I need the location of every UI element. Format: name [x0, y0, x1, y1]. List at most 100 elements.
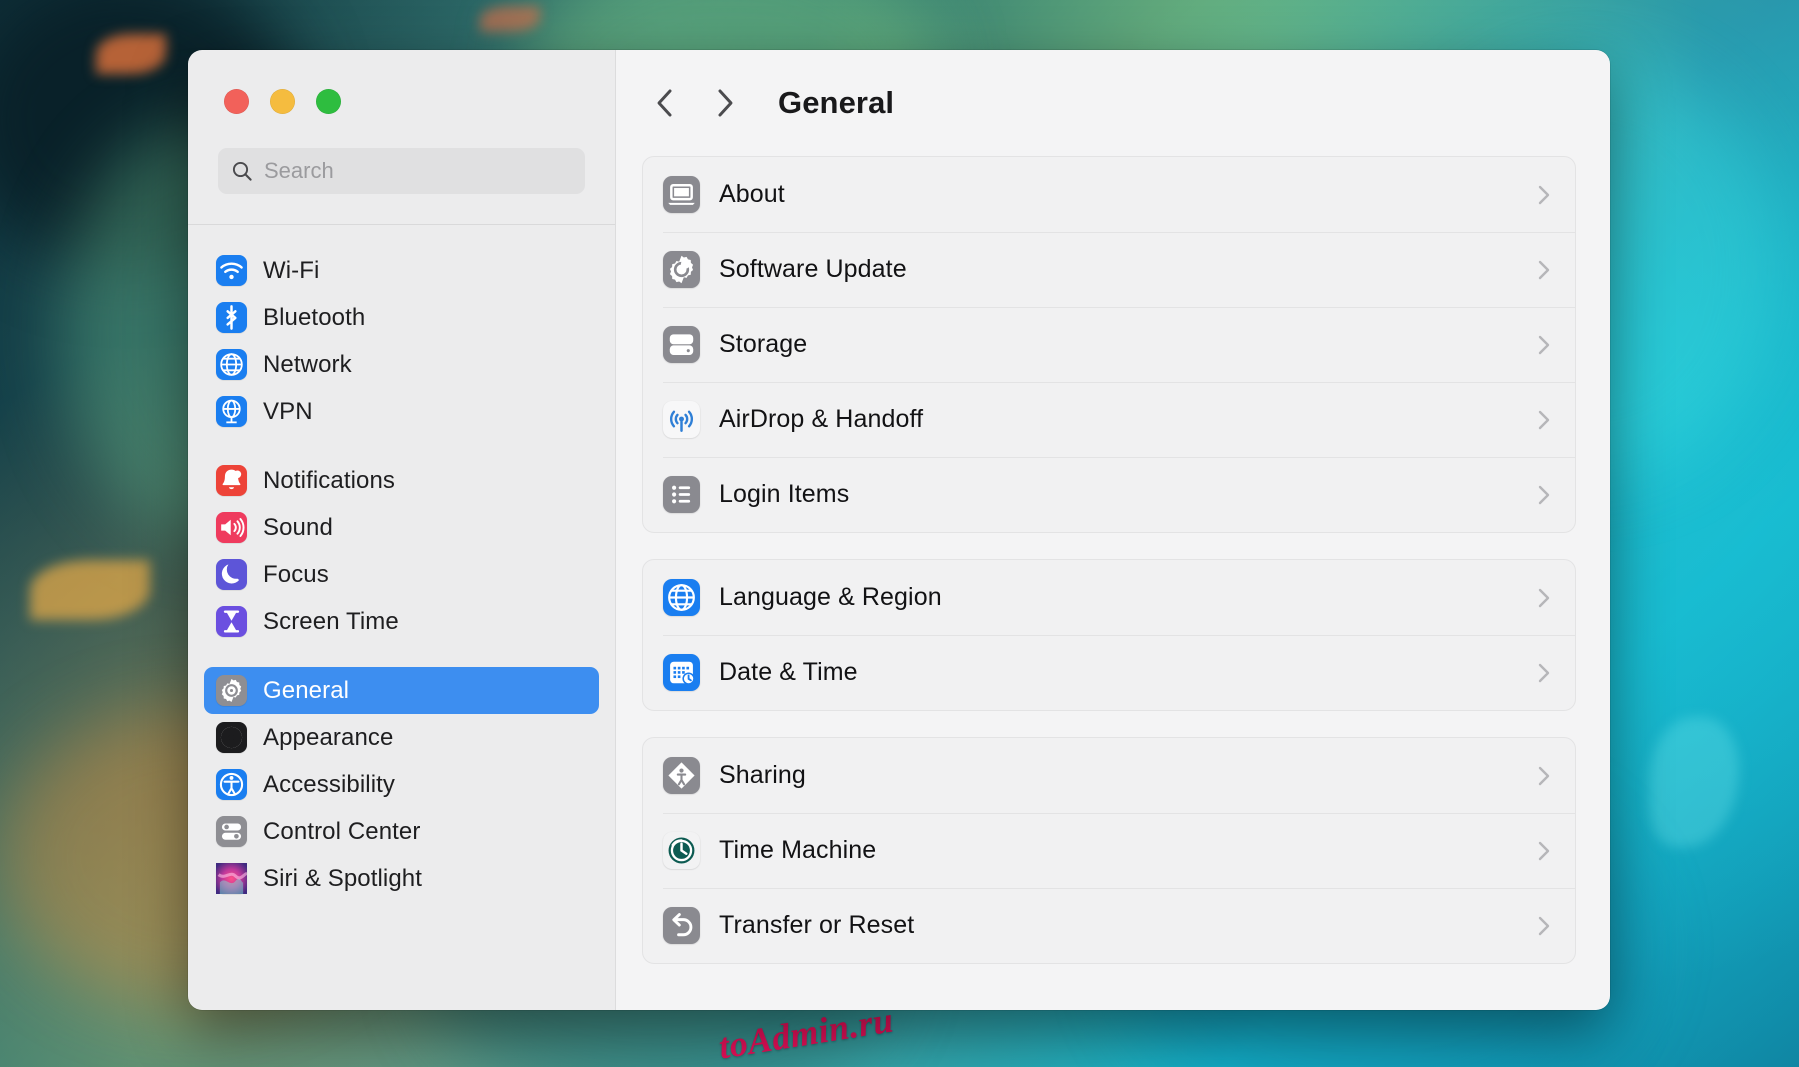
- sidebar-group: Notifications Sound Focus Screen Time: [204, 457, 599, 645]
- sidebar-item-label: Appearance: [263, 724, 393, 752]
- system-settings-window: Wi-Fi Bluetooth Network VPN Notifications Sou…: [188, 50, 1610, 1010]
- main-pane: General About Software Update Storage AirDr…: [616, 50, 1610, 1010]
- sidebar-item-siri-spotlight[interactable]: Siri & Spotlight: [204, 855, 599, 902]
- sidebar-item-bluetooth[interactable]: Bluetooth: [204, 294, 599, 341]
- gear-icon: [216, 675, 247, 706]
- sidebar-item-screen-time[interactable]: Screen Time: [204, 598, 599, 645]
- settings-group: About Software Update Storage AirDrop & Han…: [642, 156, 1576, 533]
- vpn-globe-icon: [216, 396, 247, 427]
- settings-row-label: Transfer or Reset: [719, 911, 914, 940]
- sidebar-item-label: General: [263, 677, 349, 705]
- calendar-clock-icon: [663, 654, 700, 691]
- globe-icon: [663, 579, 700, 616]
- gear-update-icon: [663, 251, 700, 288]
- settings-row-storage[interactable]: Storage: [643, 307, 1575, 382]
- sidebar-nav-list: Wi-Fi Bluetooth Network VPN Notifications Sou…: [188, 225, 615, 1010]
- settings-row-transfer-or-reset[interactable]: Transfer or Reset: [643, 888, 1575, 963]
- settings-row-label: Software Update: [719, 255, 907, 284]
- disclosure-chevron: [1536, 584, 1553, 612]
- sidebar-item-label: Wi-Fi: [263, 257, 319, 285]
- disclosure-chevron: [1536, 659, 1553, 687]
- time-machine-icon: [663, 832, 700, 869]
- airdrop-icon: [663, 401, 700, 438]
- settings-row-label: Time Machine: [719, 836, 876, 865]
- settings-list: About Software Update Storage AirDrop & Han…: [616, 156, 1610, 1010]
- chevron-right-icon: [1536, 406, 1553, 434]
- sidebar-item-wi-fi[interactable]: Wi-Fi: [204, 247, 599, 294]
- moon-icon: [216, 559, 247, 590]
- sidebar-item-accessibility[interactable]: Accessibility: [204, 761, 599, 808]
- sidebar-item-label: Sound: [263, 514, 333, 542]
- sidebar-group: General Appearance Accessibility Control Ce…: [204, 667, 599, 902]
- bluetooth-icon: [216, 302, 247, 333]
- chevron-right-icon: [1536, 912, 1553, 940]
- sidebar-item-control-center[interactable]: Control Center: [204, 808, 599, 855]
- zoom-button[interactable]: [316, 89, 341, 114]
- settings-row-label: Language & Region: [719, 583, 942, 612]
- search-input[interactable]: [264, 158, 573, 184]
- settings-row-label: AirDrop & Handoff: [719, 405, 923, 434]
- sidebar-item-general[interactable]: General: [204, 667, 599, 714]
- disclosure-chevron: [1536, 481, 1553, 509]
- sidebar-item-focus[interactable]: Focus: [204, 551, 599, 598]
- hourglass-icon: [216, 606, 247, 637]
- settings-group: Sharing Time Machine Transfer or Reset: [642, 737, 1576, 964]
- forward-button[interactable]: [700, 79, 748, 127]
- settings-row-label: About: [719, 180, 785, 209]
- sidebar: Wi-Fi Bluetooth Network VPN Notifications Sou…: [188, 50, 616, 1010]
- disclosure-chevron: [1536, 256, 1553, 284]
- siri-icon: [216, 863, 247, 894]
- disclosure-chevron: [1536, 912, 1553, 940]
- sidebar-item-appearance[interactable]: Appearance: [204, 714, 599, 761]
- settings-group: Language & Region Date & Time: [642, 559, 1576, 711]
- sidebar-item-label: Focus: [263, 561, 329, 589]
- sidebar-item-label: Siri & Spotlight: [263, 865, 422, 893]
- sidebar-item-sound[interactable]: Sound: [204, 504, 599, 551]
- search-container: [188, 114, 615, 194]
- settings-row-sharing[interactable]: Sharing: [643, 738, 1575, 813]
- wallpaper-leaf: [480, 6, 540, 32]
- sidebar-item-label: Accessibility: [263, 771, 395, 799]
- search-field[interactable]: [218, 148, 585, 194]
- settings-row-login-items[interactable]: Login Items: [643, 457, 1575, 532]
- undo-arrow-icon: [663, 907, 700, 944]
- settings-row-software-update[interactable]: Software Update: [643, 232, 1575, 307]
- chevron-right-icon: [1536, 331, 1553, 359]
- sidebar-group: Wi-Fi Bluetooth Network VPN: [204, 247, 599, 435]
- wallpaper-leaf: [96, 34, 166, 74]
- settings-row-label: Storage: [719, 330, 807, 359]
- chevron-right-icon: [1536, 256, 1553, 284]
- drive-icon: [663, 326, 700, 363]
- sidebar-item-label: Control Center: [263, 818, 420, 846]
- settings-row-language-region[interactable]: Language & Region: [643, 560, 1575, 635]
- main-header: General: [616, 50, 1610, 156]
- laptop-icon: [663, 176, 700, 213]
- window-controls: [188, 50, 615, 114]
- sidebar-item-label: Bluetooth: [263, 304, 365, 332]
- minimize-button[interactable]: [270, 89, 295, 114]
- sidebar-item-notifications[interactable]: Notifications: [204, 457, 599, 504]
- disclosure-chevron: [1536, 837, 1553, 865]
- back-button[interactable]: [642, 79, 690, 127]
- appearance-icon: [216, 722, 247, 753]
- settings-row-label: Date & Time: [719, 658, 858, 687]
- disclosure-chevron: [1536, 406, 1553, 434]
- chevron-left-icon: [653, 86, 679, 120]
- settings-row-time-machine[interactable]: Time Machine: [643, 813, 1575, 888]
- settings-row-label: Login Items: [719, 480, 849, 509]
- sidebar-item-vpn[interactable]: VPN: [204, 388, 599, 435]
- chevron-right-icon: [1536, 181, 1553, 209]
- wallpaper-leaf: [1649, 717, 1739, 847]
- sidebar-item-network[interactable]: Network: [204, 341, 599, 388]
- sidebar-item-label: VPN: [263, 398, 313, 426]
- accessibility-icon: [216, 769, 247, 800]
- sharing-icon: [663, 757, 700, 794]
- settings-row-date-time[interactable]: Date & Time: [643, 635, 1575, 710]
- search-icon: [230, 159, 254, 183]
- sidebar-item-label: Screen Time: [263, 608, 399, 636]
- sidebar-item-label: Notifications: [263, 467, 395, 495]
- settings-row-airdrop-handoff[interactable]: AirDrop & Handoff: [643, 382, 1575, 457]
- chevron-right-icon: [1536, 584, 1553, 612]
- settings-row-about[interactable]: About: [643, 157, 1575, 232]
- close-button[interactable]: [224, 89, 249, 114]
